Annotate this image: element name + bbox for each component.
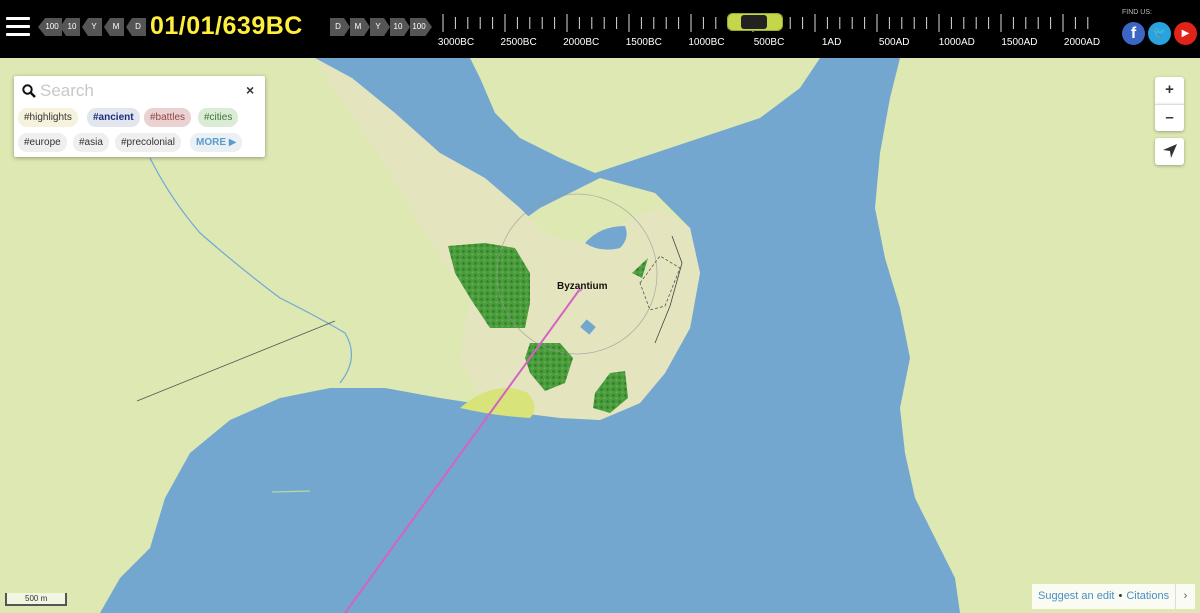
tag-battles[interactable]: #battles bbox=[144, 108, 192, 127]
bottom-links: Suggest an edit • Citations › bbox=[1032, 584, 1195, 609]
step-back-100-button[interactable]: 100 bbox=[38, 18, 62, 36]
timeline-label[interactable]: 2000BC bbox=[563, 37, 599, 48]
timeline-label[interactable]: 1500AD bbox=[1001, 37, 1037, 48]
timeline-label[interactable]: 3000BC bbox=[438, 37, 474, 48]
more-tags-button[interactable]: MORE ▶ bbox=[190, 133, 243, 152]
twitter-icon[interactable]: 🐦 bbox=[1148, 22, 1171, 45]
tag-asia[interactable]: #asia bbox=[73, 133, 109, 152]
tag-cities[interactable]: #cities bbox=[198, 108, 239, 127]
search-row: × bbox=[14, 76, 265, 104]
citations-link[interactable]: Citations bbox=[1126, 590, 1169, 602]
timeline-label[interactable]: 1AD bbox=[822, 37, 841, 48]
timeline-label[interactable]: 500AD bbox=[879, 37, 910, 48]
current-date[interactable]: 01/01/639BC bbox=[150, 12, 303, 41]
timeline-label[interactable]: 500BC bbox=[754, 37, 785, 48]
zoom-out-button[interactable]: – bbox=[1155, 104, 1184, 131]
step-forward-10-button[interactable]: 10 bbox=[390, 18, 410, 36]
step-back-day-button[interactable]: D bbox=[126, 18, 146, 36]
step-forward-month-button[interactable]: M bbox=[350, 18, 370, 36]
top-bar: 100 10 Y M D 01/01/639BC D M Y 10 100 30… bbox=[0, 0, 1200, 58]
timeline-scrubber[interactable]: 3000BC 2500BC 2000BC 1500BC 1000BC 500BC 1AD 50… bbox=[438, 10, 1100, 52]
close-icon[interactable]: × bbox=[246, 82, 254, 98]
search-panel: × #highlights #ancient #battles #cities … bbox=[14, 76, 265, 157]
hamburger-menu-icon[interactable] bbox=[6, 17, 30, 37]
expand-arrow-icon[interactable]: › bbox=[1175, 584, 1195, 609]
separator: • bbox=[1118, 590, 1123, 602]
step-back-year-button[interactable]: Y bbox=[82, 18, 102, 36]
tag-precolonial[interactable]: #precolonial bbox=[115, 133, 181, 152]
step-forward-100-button[interactable]: 100 bbox=[410, 18, 432, 36]
timeline-label[interactable]: 1000BC bbox=[688, 37, 724, 48]
timeline-label[interactable]: 1000AD bbox=[939, 37, 975, 48]
suggest-edit-link[interactable]: Suggest an edit bbox=[1038, 590, 1114, 602]
tag-europe[interactable]: #europe bbox=[18, 133, 67, 152]
place-label-byzantium[interactable]: Byzantium bbox=[557, 281, 608, 292]
timeline-label[interactable]: 2500BC bbox=[501, 37, 537, 48]
scale-bar: 500 m bbox=[5, 593, 67, 606]
facebook-icon[interactable]: f bbox=[1122, 22, 1145, 45]
find-us-label: FIND US: bbox=[1122, 9, 1152, 16]
tag-highlights[interactable]: #highlights bbox=[18, 108, 78, 127]
step-back-10-button[interactable]: 10 bbox=[60, 18, 80, 36]
step-back-month-button[interactable]: M bbox=[104, 18, 124, 36]
search-icon bbox=[22, 84, 36, 98]
step-forward-year-button[interactable]: Y bbox=[370, 18, 390, 36]
timeline-label[interactable]: 2000AD bbox=[1064, 37, 1100, 48]
step-forward-day-button[interactable]: D bbox=[330, 18, 350, 36]
timeline-slider-handle[interactable] bbox=[727, 13, 783, 31]
timeline-label[interactable]: 1500BC bbox=[626, 37, 662, 48]
youtube-icon[interactable]: ▶ bbox=[1174, 22, 1197, 45]
zoom-in-button[interactable]: + bbox=[1155, 77, 1184, 104]
locate-arrow-icon bbox=[1162, 144, 1177, 158]
locate-button[interactable] bbox=[1155, 138, 1184, 165]
search-input[interactable] bbox=[40, 79, 235, 103]
tag-ancient[interactable]: #ancient bbox=[87, 108, 140, 127]
